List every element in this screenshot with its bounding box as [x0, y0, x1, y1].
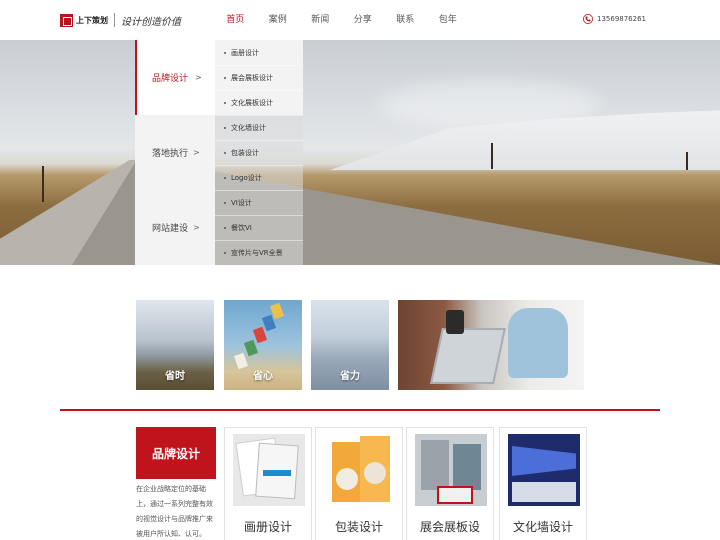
brochure-thumbnail — [233, 434, 305, 506]
banner-pole — [686, 152, 688, 170]
logo-slogan: 设计创造价值 — [121, 16, 181, 28]
category-website[interactable]: 网站建设 > — [135, 190, 215, 265]
subitem-packaging-design[interactable]: 包装设计 — [215, 140, 303, 165]
feature-label: 省心 — [253, 371, 273, 382]
feature-tile-laptop-photo[interactable] — [398, 300, 584, 390]
phone-icon — [583, 14, 593, 24]
category-brand-design[interactable]: 品牌设计 > — [135, 40, 215, 115]
site-header: 上下策划 设计创造价值 首页 案例 新闻 分享 联系 包年 1356987626… — [0, 0, 720, 40]
subcategory-menu: 画册设计 展会展板设计 文化展板设计 文化墙设计 包装设计 Logo设计 VI设… — [215, 40, 303, 265]
chevron-right-icon: > — [195, 73, 202, 82]
logo-mark-icon — [60, 13, 73, 27]
banner-pole — [42, 166, 44, 202]
category-label: 落地执行 — [152, 149, 189, 159]
subitem-culture-wall-design[interactable]: 文化墙设计 — [215, 115, 303, 140]
feature-tile-save-worry[interactable]: 省心 — [224, 300, 302, 390]
nav-item-home[interactable]: 首页 — [214, 0, 257, 40]
category-execution[interactable]: 落地执行 > — [135, 115, 215, 190]
nav-item-share[interactable]: 分享 — [342, 0, 385, 40]
logo-name: 上下策划 — [76, 15, 108, 25]
service-card-brochure[interactable]: 画册设计 — [224, 427, 312, 540]
subitem-promo-video-vr[interactable]: 宣传片与VR全景 — [215, 240, 303, 265]
category-label: 网站建设 — [152, 224, 189, 234]
card-title: 包装设计 — [334, 520, 383, 534]
prayer-flag — [243, 339, 259, 357]
phone-contact[interactable]: 13569876261 — [583, 14, 646, 24]
subitem-culture-board-design[interactable]: 文化展板设计 — [215, 90, 303, 115]
card-title: 展会展板设 — [419, 520, 480, 534]
chevron-right-icon: > — [193, 148, 200, 157]
site-logo[interactable]: 上下策划 设计创造价值 — [60, 11, 181, 29]
nav-item-news[interactable]: 新闻 — [299, 0, 342, 40]
phone-number: 13569876261 — [597, 15, 646, 23]
main-nav: 首页 案例 新闻 分享 联系 包年 — [214, 0, 469, 40]
feature-label: 省力 — [340, 371, 360, 382]
subitem-vi-design[interactable]: VI设计 — [215, 190, 303, 215]
nav-item-annual[interactable]: 包年 — [427, 0, 470, 40]
card-title: 文化墙设计 — [512, 520, 573, 534]
laptop-shape — [430, 328, 506, 384]
logo-separator — [114, 13, 115, 27]
feature-tiles: 省时 省心 省力 — [0, 300, 720, 390]
feature-label: 省时 — [165, 371, 185, 382]
service-card-packaging[interactable]: 包装设计 — [315, 427, 403, 540]
brand-design-heading[interactable]: 品牌设计 — [136, 427, 216, 479]
subitem-exhibition-board-design[interactable]: 展会展板设计 — [215, 65, 303, 90]
subitem-restaurant-vi[interactable]: 餐饮VI — [215, 215, 303, 240]
subitem-logo-design[interactable]: Logo设计 — [215, 165, 303, 190]
category-menu: 品牌设计 > 落地执行 > 网站建设 > — [135, 40, 215, 265]
mug-shape — [446, 310, 464, 334]
section-divider — [60, 409, 660, 411]
culture-wall-thumbnail — [508, 434, 580, 506]
packaging-thumbnail — [324, 434, 396, 506]
card-title: 画册设计 — [243, 520, 292, 534]
feature-tile-save-effort[interactable]: 省力 — [311, 300, 389, 390]
subitem-brochure-design[interactable]: 画册设计 — [215, 40, 303, 65]
person-shirt — [508, 308, 568, 378]
nav-item-cases[interactable]: 案例 — [257, 0, 300, 40]
nav-item-contact[interactable]: 联系 — [384, 0, 427, 40]
chevron-right-icon: > — [193, 223, 200, 232]
feature-tile-save-time[interactable]: 省时 — [136, 300, 214, 390]
exhibition-thumbnail — [415, 434, 487, 506]
service-card-exhibition-board[interactable]: 展会展板设 — [406, 427, 494, 540]
hero-banner — [0, 40, 720, 265]
service-card-culture-wall[interactable]: 文化墙设计 — [499, 427, 587, 540]
category-label: 品牌设计 — [152, 74, 189, 84]
brand-description: 在企业战略定位的基础上，通过一系列完整有效的视觉设计与品牌推广来被用户所认知、认… — [136, 485, 213, 538]
banner-pole — [491, 143, 493, 169]
